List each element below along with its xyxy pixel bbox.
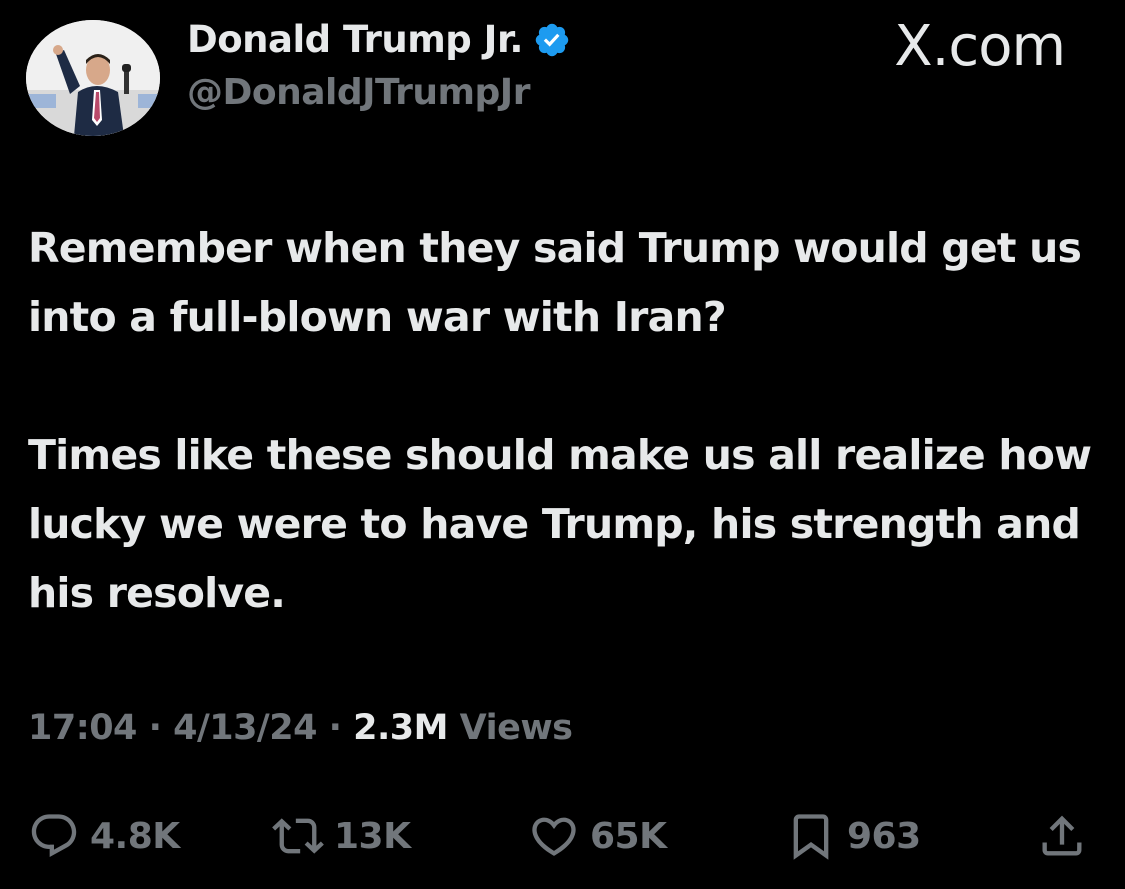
action-bar: 4.8K 13K 65K 963 bbox=[0, 806, 1125, 866]
tweet-date[interactable]: 4/13/24 bbox=[173, 708, 317, 748]
reply-icon bbox=[31, 814, 77, 858]
bookmark-count: 963 bbox=[847, 815, 921, 857]
author-name[interactable]: Donald Trump Jr. bbox=[187, 18, 523, 61]
reply-button[interactable]: 4.8K bbox=[28, 806, 180, 866]
share-button[interactable] bbox=[1036, 806, 1088, 866]
verified-badge-icon bbox=[535, 23, 569, 56]
repost-icon bbox=[272, 818, 324, 854]
reply-count: 4.8K bbox=[90, 815, 180, 857]
repost-button[interactable]: 13K bbox=[272, 806, 411, 866]
views-label: Views bbox=[459, 708, 573, 748]
tweet-paragraph: Remember when they said Trump would get … bbox=[28, 224, 1082, 341]
tweet-text: Remember when they said Trump would get … bbox=[28, 214, 1108, 628]
tweet-meta: 17:04 · 4/13/24 · 2.3M Views bbox=[28, 708, 573, 748]
repost-count: 13K bbox=[334, 815, 411, 857]
tweet-time[interactable]: 17:04 bbox=[28, 708, 137, 748]
like-button[interactable]: 65K bbox=[528, 806, 667, 866]
brand-logo: X.com bbox=[894, 14, 1066, 79]
meta-separator: · bbox=[148, 708, 162, 748]
like-count: 65K bbox=[590, 815, 667, 857]
meta-separator: · bbox=[328, 708, 342, 748]
heart-icon bbox=[532, 817, 576, 856]
bookmark-icon bbox=[793, 814, 829, 860]
views-count: 2.3M bbox=[353, 708, 448, 748]
profile-photo bbox=[26, 20, 160, 136]
share-icon bbox=[1042, 815, 1082, 856]
author-name-row: Donald Trump Jr. bbox=[187, 18, 571, 61]
tweet-paragraph: Times like these should make us all real… bbox=[28, 431, 1092, 617]
bookmark-button[interactable]: 963 bbox=[785, 806, 921, 866]
author-handle[interactable]: @DonaldJTrumpJr bbox=[187, 72, 530, 113]
avatar[interactable] bbox=[26, 20, 160, 136]
